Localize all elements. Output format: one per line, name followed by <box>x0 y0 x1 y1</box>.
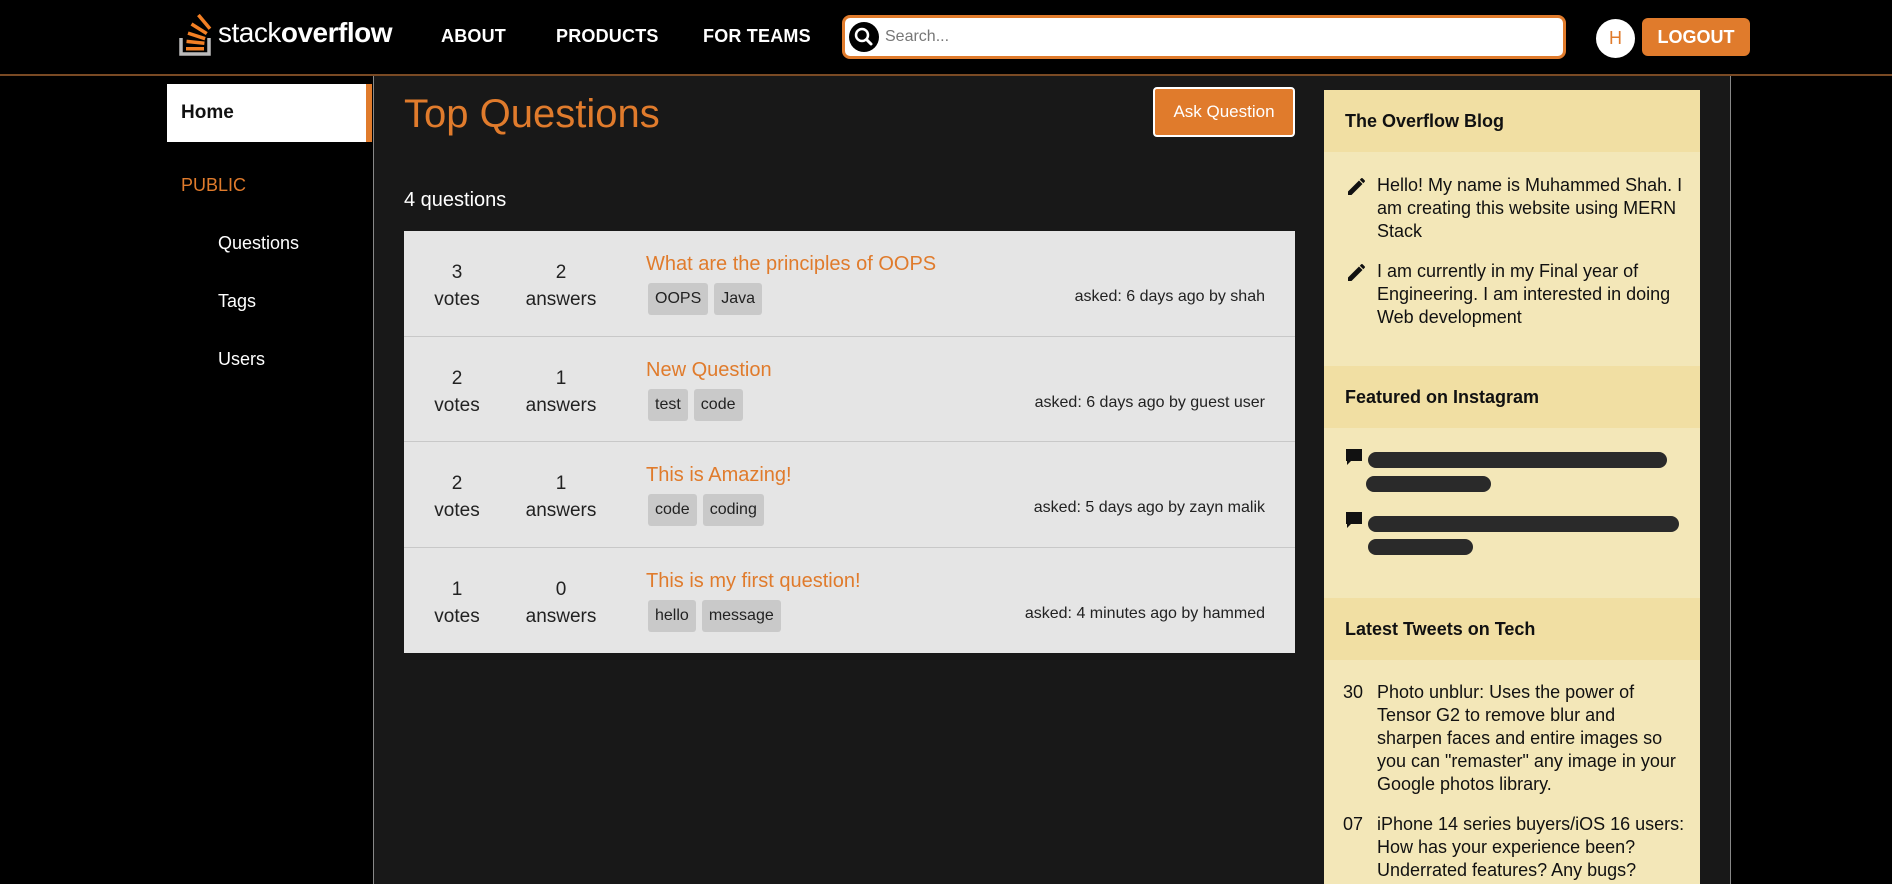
tweet-text: Photo unblur: Uses the power of Tensor G… <box>1377 682 1676 794</box>
tweet-item: 30 Photo unblur: Uses the power of Tenso… <box>1343 681 1685 796</box>
vote-label: votes <box>434 289 480 310</box>
answer-number: 1 <box>555 473 567 494</box>
answer-count: 2 answers <box>521 259 601 313</box>
search-bar <box>842 15 1566 59</box>
nav-for-teams-link[interactable]: FOR TEAMS <box>703 26 811 47</box>
asked-info: asked: 5 days ago by zayn malik <box>1033 499 1265 516</box>
ask-question-button[interactable]: Ask Question <box>1153 87 1295 137</box>
redacted-text <box>1368 539 1473 555</box>
blog-item: Hello! My name is Muhammed Shah. I am cr… <box>1345 174 1685 243</box>
question-list: 3 votes 2 answers What are the principles … <box>404 231 1295 653</box>
vote-number: 1 <box>451 578 463 600</box>
answer-count: 1 answers <box>521 470 601 524</box>
sidebar-item-home[interactable]: Home <box>167 84 372 142</box>
sidebar-item-tags[interactable]: Tags <box>218 291 256 312</box>
page-title: Top Questions <box>404 92 660 136</box>
answer-label: answers <box>525 394 597 416</box>
search-icon[interactable] <box>848 21 880 53</box>
tag-chip[interactable]: message <box>701 599 781 632</box>
vote-count: 3 votes <box>417 259 497 313</box>
answer-label: answers <box>525 289 597 310</box>
redacted-text <box>1368 516 1679 532</box>
tag-chip[interactable]: OOPS <box>648 283 709 315</box>
question-title-link[interactable]: This is my first question! <box>646 570 861 593</box>
blog-item-text: I am currently in my Final year of Engin… <box>1377 261 1671 327</box>
question-row: 2 votes 1 answers New Question test code a… <box>404 337 1295 442</box>
sidebar-widget: The Overflow Blog Hello! My name is Muha… <box>1324 90 1700 884</box>
question-row: 3 votes 2 answers What are the principles … <box>404 231 1295 337</box>
asked-info: asked: 6 days ago by shah <box>1074 288 1265 305</box>
instagram-heading: Featured on Instagram <box>1324 366 1700 428</box>
answer-label: answers <box>525 500 597 521</box>
answer-count: 0 answers <box>521 576 601 630</box>
pencil-icon <box>1348 264 1365 281</box>
answer-number: 2 <box>555 262 567 283</box>
blog-heading: The Overflow Blog <box>1324 90 1700 152</box>
tweet-text: iPhone 14 series buyers/iOS 16 users: Ho… <box>1377 814 1685 880</box>
tag-chip[interactable]: code <box>693 388 743 421</box>
question-row: 2 votes 1 answers This is Amazing! code co… <box>404 442 1295 548</box>
question-title-link[interactable]: New Question <box>646 359 772 382</box>
asked-info: asked: 6 days ago by guest user <box>1034 393 1265 411</box>
vote-number: 2 <box>451 367 463 389</box>
vote-number: 3 <box>451 262 463 283</box>
logo-text-stack: stack <box>218 17 281 48</box>
blog-item-text: Hello! My name is Muhammed Shah. I am cr… <box>1377 175 1683 241</box>
question-tags: test code <box>648 388 743 421</box>
vote-label: votes <box>434 605 480 627</box>
tag-chip[interactable]: Java <box>714 283 763 315</box>
question-title-link[interactable]: This is Amazing! <box>646 464 792 487</box>
comment-icon <box>1346 449 1362 465</box>
tag-chip[interactable]: code <box>648 494 697 526</box>
vote-number: 2 <box>451 473 463 494</box>
tag-chip[interactable]: hello <box>648 599 696 632</box>
sidebar-item-questions[interactable]: Questions <box>218 233 299 254</box>
nav-about-link[interactable]: ABOUT <box>441 26 506 47</box>
top-navbar: stackoverflow ABOUT PRODUCTS FOR TEAMS H… <box>0 0 1892 76</box>
tweets-heading: Latest Tweets on Tech <box>1324 598 1700 660</box>
active-indicator <box>366 84 372 142</box>
answer-number: 1 <box>555 367 567 389</box>
vote-count: 2 votes <box>417 470 497 524</box>
asked-info: asked: 4 minutes ago by hammed <box>1024 604 1265 622</box>
question-row: 1 votes 0 answers This is my first questio… <box>404 548 1295 654</box>
logout-button[interactable]: LOGOUT <box>1642 18 1750 56</box>
vote-label: votes <box>434 500 480 521</box>
blog-item: I am currently in my Final year of Engin… <box>1345 260 1685 329</box>
answer-count: 1 answers <box>521 365 601 419</box>
user-avatar[interactable]: H <box>1596 19 1635 58</box>
sidebar-item-users[interactable]: Users <box>218 349 265 370</box>
question-title-link[interactable]: What are the principles of OOPS <box>646 253 936 276</box>
answer-label: answers <box>525 605 597 627</box>
question-count: 4 questions <box>404 189 507 211</box>
vote-count: 2 votes <box>417 365 497 419</box>
tweet-number: 07 <box>1342 814 1363 834</box>
question-tags: OOPS Java <box>648 283 763 315</box>
redacted-text <box>1366 476 1491 492</box>
answer-number: 0 <box>555 578 567 600</box>
redacted-text <box>1368 452 1667 468</box>
comment-icon <box>1346 512 1362 528</box>
nav-products-link[interactable]: PRODUCTS <box>556 26 659 47</box>
vote-label: votes <box>434 394 480 416</box>
search-input[interactable] <box>885 28 1525 46</box>
tweet-item: 07 iPhone 14 series buyers/iOS 16 users:… <box>1343 813 1685 882</box>
question-tags: hello message <box>648 599 781 632</box>
logo-text-overflow: overflow <box>280 17 393 48</box>
tag-chip[interactable]: test <box>648 388 688 421</box>
stackoverflow-logo[interactable]: stackoverflow <box>178 10 393 56</box>
stack-logo-icon <box>179 13 212 56</box>
tag-chip[interactable]: coding <box>702 494 764 526</box>
sidebar-section-public: PUBLIC <box>181 175 247 195</box>
vote-count: 1 votes <box>417 576 497 630</box>
pencil-icon <box>1348 178 1365 195</box>
tweet-number: 30 <box>1342 682 1363 702</box>
question-tags: code coding <box>648 494 764 526</box>
